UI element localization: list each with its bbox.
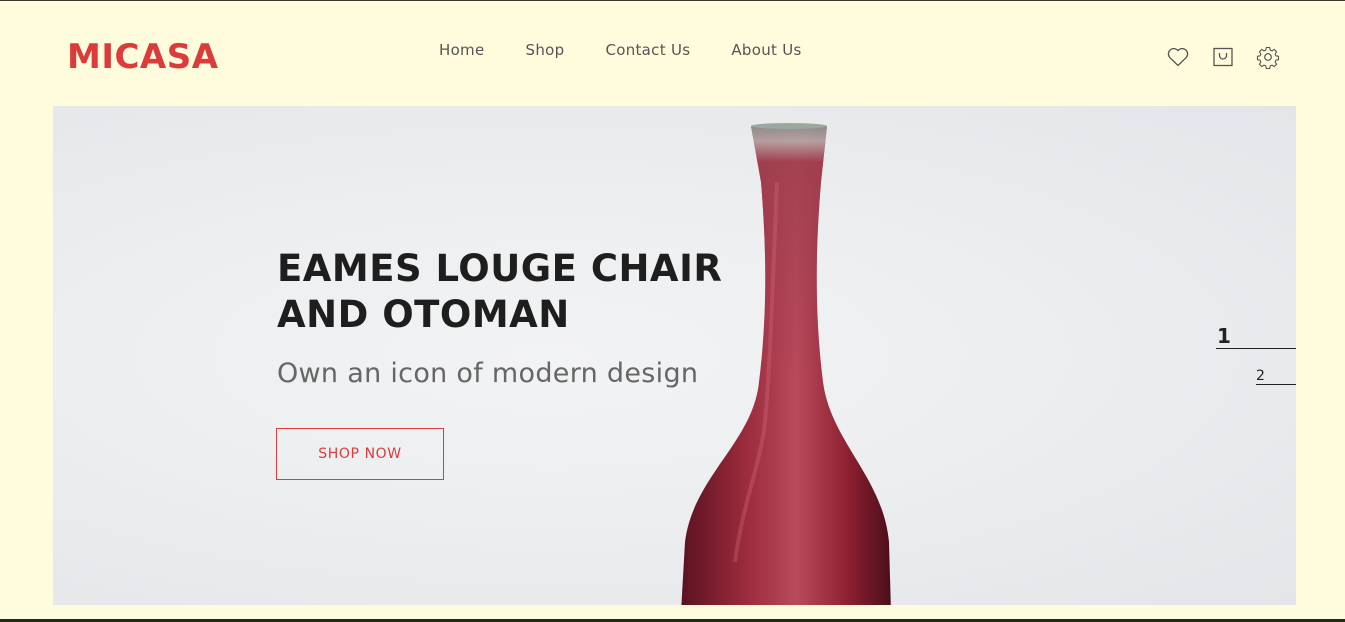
main-nav: Home Shop Contact Us About Us <box>439 41 843 59</box>
hero-title-line-1: EAMES LOUGE CHAIR <box>277 247 723 290</box>
hero-banner: EAMES LOUGE CHAIR AND OTOMAN Own an icon… <box>53 106 1296 605</box>
header-icons <box>1166 45 1280 69</box>
hero-title-line-2: AND OTOMAN <box>277 293 570 336</box>
shop-now-button[interactable]: SHOP NOW <box>276 428 444 480</box>
hero-subtitle: Own an icon of modern design <box>277 358 699 389</box>
hero-title: EAMES LOUGE CHAIR AND OTOMAN <box>277 246 737 338</box>
vase-image <box>681 123 891 605</box>
slide-indicator-2[interactable]: 2 <box>1256 359 1296 385</box>
slide-pagination: 1 2 <box>1216 323 1296 385</box>
nav-link-contact-us[interactable]: Contact Us <box>605 41 690 59</box>
shopping-bag-icon[interactable] <box>1211 45 1235 69</box>
nav-link-shop[interactable]: Shop <box>526 41 565 59</box>
gear-icon[interactable] <box>1256 45 1280 69</box>
nav-link-home[interactable]: Home <box>439 41 485 59</box>
brand-logo[interactable]: MICASA <box>67 37 219 77</box>
heart-icon[interactable] <box>1166 45 1190 69</box>
nav-link-about-us[interactable]: About Us <box>731 41 801 59</box>
slide-indicator-1[interactable]: 1 <box>1216 323 1296 349</box>
